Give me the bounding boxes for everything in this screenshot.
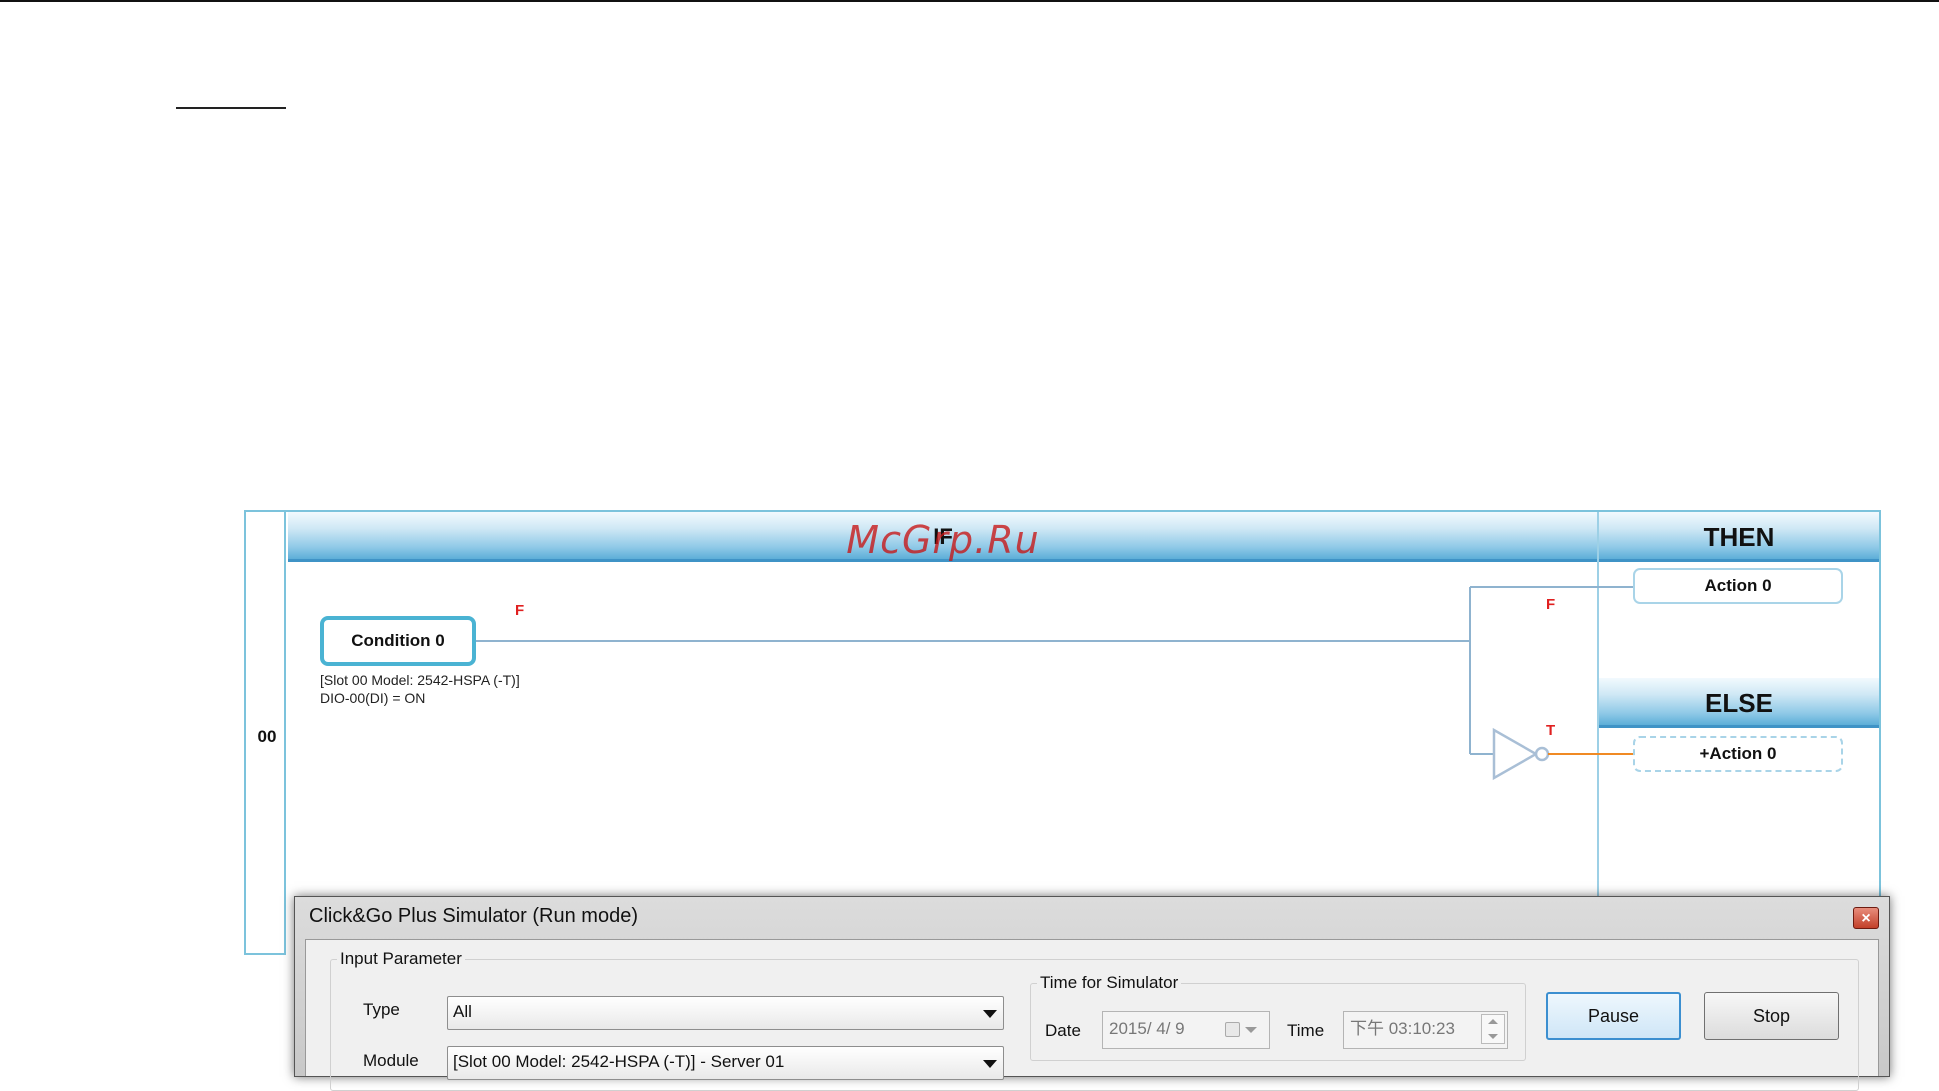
input-parameter-legend: Input Parameter xyxy=(340,949,462,968)
date-value: 2015/ 4/ 9 xyxy=(1109,1019,1185,1038)
type-value: All xyxy=(453,1002,472,1021)
not-gate-bubble xyxy=(1534,746,1550,762)
calendar-dropdown-icon[interactable] xyxy=(1225,1020,1265,1040)
spin-down-icon xyxy=(1488,1034,1498,1039)
time-for-simulator-legend: Time for Simulator xyxy=(1040,973,1179,992)
simulator-client-area: Input Parameter Type All Module [Slot 00… xyxy=(305,939,1879,1091)
ladder-rung: 00 IF McGrp.Ru THEN ELSE Condition 0 F [… xyxy=(244,510,1881,955)
time-label: Time xyxy=(1287,1021,1325,1040)
simulator-window: Click&Go Plus Simulator (Run mode) × Inp… xyxy=(294,896,1890,1091)
heading-underline xyxy=(176,107,286,109)
type-label: Type xyxy=(363,1000,400,1019)
chevron-down-icon xyxy=(983,1010,997,1018)
date-picker[interactable]: 2015/ 4/ 9 xyxy=(1102,1011,1270,1049)
type-dropdown[interactable]: All xyxy=(447,996,1004,1030)
spin-up-icon xyxy=(1488,1019,1498,1024)
condition-block[interactable]: Condition 0 xyxy=(320,616,476,666)
time-value: 下午 03:10:23 xyxy=(1350,1019,1455,1038)
simulator-title: Click&Go Plus Simulator (Run mode) xyxy=(309,905,638,927)
module-label: Module xyxy=(363,1051,419,1070)
chevron-down-icon xyxy=(983,1060,997,1068)
module-value: [Slot 00 Model: 2542-HSPA (-T)] - Server… xyxy=(453,1052,785,1071)
else-action-block[interactable]: +Action 0 xyxy=(1633,736,1843,772)
time-spinner[interactable]: 下午 03:10:23 xyxy=(1343,1011,1508,1049)
condition-description-io: DIO-00(DI) = ON xyxy=(320,690,426,706)
not-gate-icon xyxy=(1492,727,1539,781)
pause-button[interactable]: Pause xyxy=(1546,992,1681,1040)
condition-state-flag: F xyxy=(515,602,525,619)
date-label: Date xyxy=(1045,1021,1081,1040)
close-button[interactable]: × xyxy=(1853,907,1879,929)
else-branch-flag: T xyxy=(1546,722,1556,739)
spin-buttons[interactable] xyxy=(1481,1014,1505,1044)
stop-button[interactable]: Stop xyxy=(1704,992,1839,1040)
calendar-icon xyxy=(1225,1022,1240,1037)
chevron-down-icon xyxy=(1245,1027,1257,1033)
time-for-simulator-group: Time for Simulator Date 2015/ 4/ 9 Time … xyxy=(1030,973,1526,1061)
then-branch-flag: F xyxy=(1546,596,1556,613)
module-dropdown[interactable]: [Slot 00 Model: 2542-HSPA (-T)] - Server… xyxy=(447,1046,1004,1080)
top-rule xyxy=(0,0,1939,2)
then-action-block[interactable]: Action 0 xyxy=(1633,568,1843,604)
condition-description-model: [Slot 00 Model: 2542-HSPA (-T)] xyxy=(320,672,520,688)
